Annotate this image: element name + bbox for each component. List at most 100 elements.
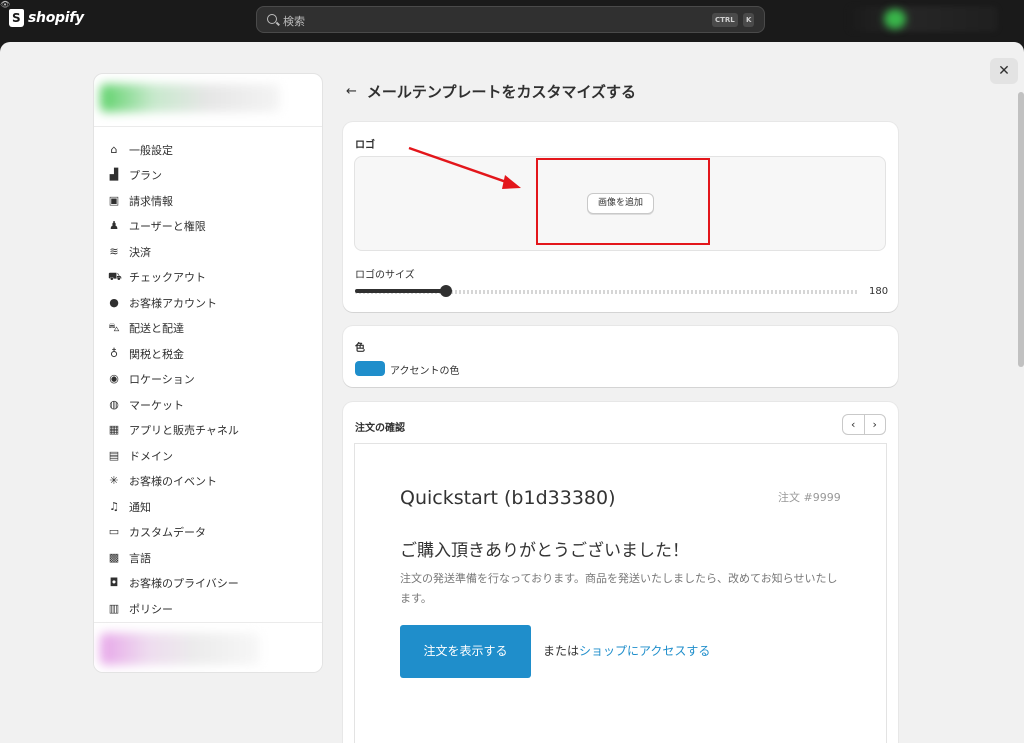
view-order-button[interactable]: 注文を表示する bbox=[400, 625, 531, 678]
sidebar-item[interactable]: ▥ ポリシー bbox=[94, 596, 322, 622]
money-bag-icon: ♁ bbox=[109, 346, 119, 360]
sidebar-item-label: お客様アカウント bbox=[129, 296, 217, 310]
sidebar-item-label: 関税と税金 bbox=[129, 347, 184, 361]
sidebar-item[interactable]: ⌂ 一般設定 bbox=[94, 137, 322, 163]
accent-color-label: アクセントの色 bbox=[390, 366, 460, 377]
highlight-box bbox=[536, 158, 710, 245]
logo-size-slider-thumb[interactable] bbox=[440, 285, 452, 297]
order-number: 注文 #9999 bbox=[778, 491, 841, 504]
shipping-message: 注文の発送準備を行なっております。商品を発送いたしましたら、改めてお知らせいたし… bbox=[400, 572, 838, 605]
order-confirmation-card: 注文の確認 ‹ › Quickstart (b1d33380) 注文 #9999… bbox=[343, 402, 898, 743]
sidebar-item[interactable]: ▩ 言語 bbox=[94, 545, 322, 571]
sidebar-item-label: プラン bbox=[129, 169, 162, 183]
lock-icon: ◘ bbox=[109, 576, 119, 590]
sidebar-item-label: ドメイン bbox=[129, 449, 173, 463]
sidebar-item-label: カスタムデータ bbox=[129, 526, 206, 540]
close-button[interactable]: ✕ bbox=[990, 58, 1018, 84]
eye-icon: 👁 bbox=[0, 0, 11, 9]
shopify-logo[interactable]: shopify bbox=[9, 9, 84, 27]
sidebar-item-label: 決済 bbox=[129, 245, 151, 259]
sidebar-item[interactable]: ◉ ロケーション bbox=[94, 367, 322, 393]
store-switcher[interactable] bbox=[848, 6, 998, 32]
page-title: メールテンプレートをカスタマイズする bbox=[366, 82, 637, 101]
chart-icon: ▟ bbox=[109, 168, 119, 182]
shortcut-ctrl-key: CTRL bbox=[712, 13, 738, 27]
color-label: 色 bbox=[355, 343, 365, 354]
brand-name: shopify bbox=[28, 10, 84, 26]
sidebar-item[interactable]: ♫ 通知 bbox=[94, 494, 322, 520]
location-icon: ◉ bbox=[109, 372, 119, 386]
data-icon: ▭ bbox=[108, 525, 120, 539]
visit-shop-link[interactable]: ショップにアクセスする bbox=[579, 644, 710, 658]
sidebar-item-label: アプリと販売チャネル bbox=[129, 424, 239, 438]
sidebar-item[interactable]: ▟ プラン bbox=[94, 163, 322, 189]
payment-icon: ≋ bbox=[109, 244, 119, 258]
sidebar-item[interactable]: ✳ お客様のイベント bbox=[94, 469, 322, 495]
sidebar-item[interactable]: ▤ ドメイン bbox=[94, 443, 322, 469]
color-card: 色 アクセントの色 bbox=[343, 326, 898, 387]
or-visit-shop: またはショップにアクセスする bbox=[543, 642, 710, 659]
email-preview: Quickstart (b1d33380) 注文 #9999 ご購入頂きありがと… bbox=[354, 443, 887, 743]
store-avatar bbox=[884, 9, 906, 29]
logo-size-value: 180 bbox=[869, 286, 889, 297]
apps-icon: ▦ bbox=[108, 423, 120, 437]
event-icon: ✳ bbox=[109, 474, 119, 488]
accent-color-swatch[interactable] bbox=[355, 361, 385, 376]
or-text: または bbox=[543, 644, 580, 658]
sidebar-item-label: 言語 bbox=[129, 551, 151, 565]
sidebar-item-label: お客様のイベント bbox=[129, 475, 217, 489]
red-arrow-annotation bbox=[408, 146, 521, 189]
scrollbar[interactable] bbox=[1018, 92, 1024, 367]
bell-icon: ♫ bbox=[109, 499, 119, 513]
sidebar-item-label: 請求情報 bbox=[129, 194, 173, 208]
sidebar-item-label: チェックアウト bbox=[129, 271, 206, 285]
logo-label: ロゴ bbox=[355, 140, 375, 151]
sidebar-item[interactable]: ● お客様アカウント bbox=[94, 290, 322, 316]
logo-size-slider-fill bbox=[355, 289, 446, 293]
user-footer[interactable] bbox=[94, 622, 322, 672]
search-placeholder: 検索 bbox=[283, 15, 305, 28]
globe-icon: ◍ bbox=[109, 397, 119, 411]
domain-icon: ▤ bbox=[108, 448, 120, 462]
sidebar-item[interactable]: ⛍ 配送と配達 bbox=[94, 316, 322, 342]
page-header: ← メールテンプレートをカスタマイズする bbox=[346, 80, 636, 102]
next-template-button[interactable]: › bbox=[865, 415, 886, 434]
sidebar-item[interactable]: ♟ ユーザーと権限 bbox=[94, 214, 322, 240]
person-icon: ● bbox=[109, 295, 119, 309]
billing-icon: ▣ bbox=[108, 193, 120, 207]
users-icon: ♟ bbox=[109, 219, 119, 233]
top-bar: 👁 shopify 検索 CTRL K bbox=[0, 0, 1024, 42]
search-icon bbox=[267, 14, 277, 24]
sidebar-item-label: お客様のプライバシー bbox=[129, 577, 239, 591]
store-info-blurred bbox=[100, 84, 280, 112]
sidebar-item[interactable]: ▭ カスタムデータ bbox=[94, 520, 322, 546]
sidebar-item-label: 配送と配達 bbox=[129, 322, 184, 336]
sidebar-item[interactable]: ♁ 関税と税金 bbox=[94, 341, 322, 367]
cart-icon: ⛟ bbox=[108, 270, 122, 284]
sidebar-item[interactable]: ◍ マーケット bbox=[94, 392, 322, 418]
sidebar-item-label: 一般設定 bbox=[129, 143, 173, 157]
logo-size-label: ロゴのサイズ bbox=[355, 270, 415, 281]
settings-sidebar: ⌂ 一般設定 ▟ プラン ▣ 請求情報 ♟ ユーザーと権限 ≋ 決済 ⛟ チェックアウト ● お客様アカウ… bbox=[93, 73, 323, 673]
shop-name: Quickstart (b1d33380) bbox=[400, 487, 616, 509]
sidebar-item[interactable]: ⛟ チェックアウト bbox=[94, 265, 322, 291]
shortcut-k-key: K bbox=[743, 13, 755, 27]
sidebar-item[interactable]: ▦ アプリと販売チャネル bbox=[94, 418, 322, 444]
thanks-heading: ご購入頂きありがとうございました！ bbox=[400, 541, 689, 561]
sidebar-item-label: マーケット bbox=[129, 398, 184, 412]
sidebar-item-label: ポリシー bbox=[129, 602, 173, 616]
store-header[interactable] bbox=[94, 74, 322, 127]
sidebar-item[interactable]: ◘ お客様のプライバシー bbox=[94, 571, 322, 597]
sidebar-item[interactable]: ≋ 決済 bbox=[94, 239, 322, 265]
prev-template-button[interactable]: ‹ bbox=[843, 415, 865, 434]
search-input[interactable]: 検索 CTRL K bbox=[256, 6, 765, 33]
sidebar-item-label: ユーザーと権限 bbox=[129, 220, 206, 234]
language-icon: ▩ bbox=[108, 550, 120, 564]
store-icon: ⌂ bbox=[110, 142, 118, 156]
truck-icon: ⛍ bbox=[108, 321, 120, 335]
settings-nav: ⌂ 一般設定 ▟ プラン ▣ 請求情報 ♟ ユーザーと権限 ≋ 決済 ⛟ チェックアウト ● お客様アカウ… bbox=[94, 127, 322, 622]
shopify-bag-icon bbox=[9, 9, 24, 27]
policy-icon: ▥ bbox=[108, 601, 120, 615]
back-arrow-icon[interactable]: ← bbox=[346, 84, 357, 99]
sidebar-item[interactable]: ▣ 請求情報 bbox=[94, 188, 322, 214]
